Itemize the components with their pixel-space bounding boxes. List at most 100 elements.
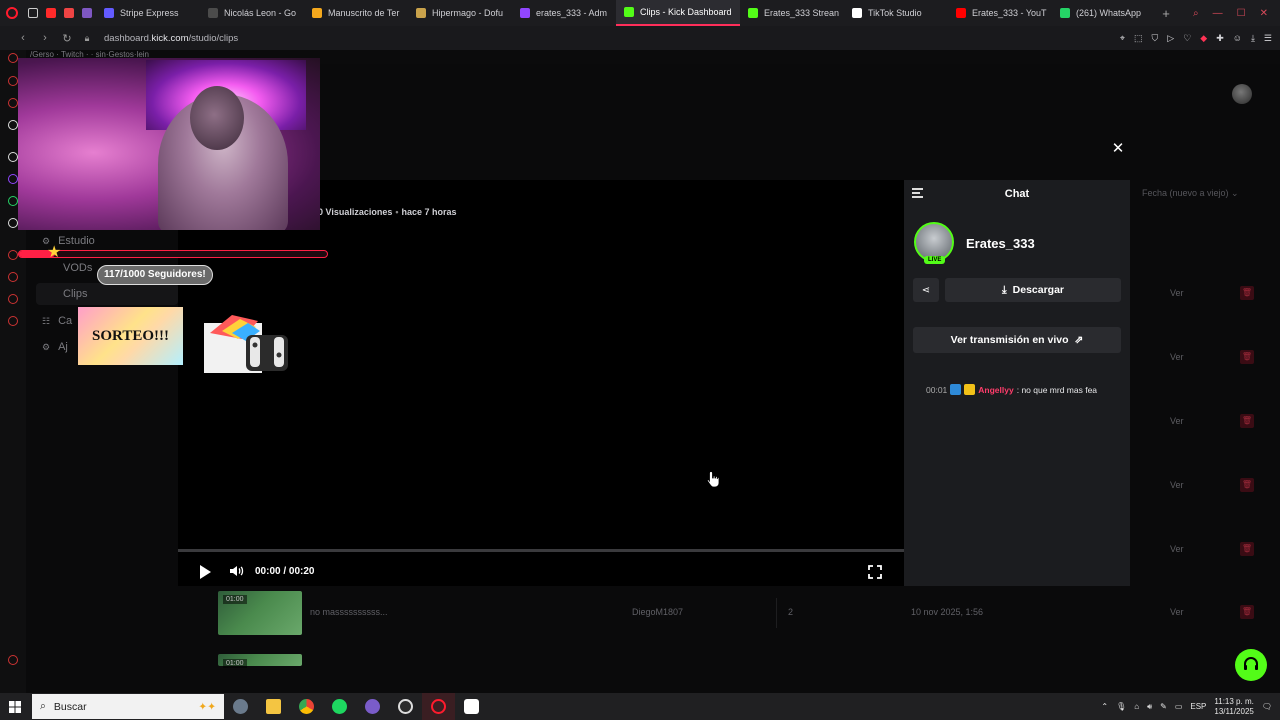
view-button[interactable]: Ver (1170, 288, 1184, 298)
support-chat-button[interactable] (1235, 649, 1267, 681)
sidebar-app-icon[interactable] (8, 152, 18, 162)
browser-tab[interactable]: TikTok Studio (844, 0, 948, 26)
sidebar-app-icon[interactable] (8, 76, 18, 86)
view-button[interactable]: Ver (1170, 544, 1184, 554)
follower-goal-label: 117/1000 Seguidores! (97, 265, 213, 285)
menu-icon[interactable]: ☰ (1264, 33, 1272, 44)
browser-tab[interactable]: Hipermago - Dofu (408, 0, 512, 26)
browser-tab[interactable]: Erates_333 - YouT (948, 0, 1052, 26)
heart-icon[interactable]: ♡ (1183, 33, 1191, 44)
view-button[interactable]: Ver (1170, 480, 1184, 490)
taskbar-app[interactable] (224, 693, 257, 720)
pinned-tab[interactable] (24, 0, 42, 26)
system-tray: ⌃ 🎙︎ ⌂ 🔊︎ ✎ ▭ ESP 11:13 p. m. 13/11/2025… (1101, 693, 1280, 720)
extension-icon[interactable]: ◆ (1200, 33, 1207, 44)
snapshot-icon[interactable]: ⬚ (1134, 33, 1143, 44)
delete-icon[interactable]: 🗑︎ (1240, 478, 1254, 492)
forward-icon[interactable]: › (36, 32, 54, 44)
sidebar-app-icon[interactable] (8, 120, 18, 130)
delete-icon[interactable]: 🗑︎ (1240, 605, 1254, 619)
browser-tab[interactable]: erates_333 - Adm (512, 0, 616, 26)
account-icon[interactable]: ☺ (1233, 33, 1242, 43)
view-button[interactable]: Ver (1170, 416, 1184, 426)
view-button[interactable]: Ver (1170, 607, 1184, 617)
browser-tab[interactable]: Stripe Express (96, 0, 200, 26)
view-button[interactable]: Ver (1170, 352, 1184, 362)
url-field[interactable]: dashboard.kick.com/studio/clips (104, 33, 238, 44)
delete-icon[interactable]: 🗑︎ (1240, 414, 1254, 428)
download-icon[interactable]: ⤓ (1251, 33, 1255, 44)
player-icon[interactable]: ▷ (1167, 33, 1174, 44)
taskbar-file-explorer[interactable] (257, 693, 290, 720)
chevron-up-icon[interactable]: ⌃ (1101, 702, 1108, 711)
network-icon[interactable]: ⌂ (1134, 702, 1139, 711)
clip-video-player[interactable] (178, 180, 904, 586)
close-modal-icon[interactable]: ✕ (1109, 140, 1127, 158)
taskbar-app[interactable] (356, 693, 389, 720)
notifications-icon[interactable]: 🗨︎ (1262, 702, 1272, 711)
volume-icon[interactable] (228, 563, 244, 579)
battery-icon[interactable]: ▭ (1175, 702, 1183, 711)
language-indicator[interactable]: ESP (1190, 702, 1206, 711)
new-tab-button[interactable]: + (1156, 6, 1176, 21)
browser-tab[interactable]: Manuscrito de Ter (304, 0, 408, 26)
windows-logo-icon (9, 700, 21, 713)
video-progress-bar[interactable] (178, 549, 904, 552)
user-avatar[interactable] (1232, 84, 1252, 104)
sidebar-app-icon[interactable] (8, 174, 18, 184)
speaker-icon[interactable]: 🔊︎ (1147, 702, 1152, 712)
taskbar-spotify[interactable] (323, 693, 356, 720)
minimize-icon[interactable]: — (1213, 8, 1223, 19)
message-user[interactable]: Angellyy (978, 385, 1013, 395)
taskbar-capcut[interactable] (455, 693, 488, 720)
taskbar-obs[interactable] (389, 693, 422, 720)
shield-icon[interactable]: ⛉ (1152, 33, 1159, 44)
sidebar-app-icon[interactable] (8, 294, 18, 304)
browser-tab[interactable]: Erates_333 Strean (740, 0, 844, 26)
sidebar-app-icon[interactable] (8, 98, 18, 108)
delete-icon[interactable]: 🗑︎ (1240, 350, 1254, 364)
play-icon[interactable] (200, 565, 211, 579)
delete-icon[interactable]: 🗑︎ (1240, 542, 1254, 556)
browser-tab[interactable]: Nicolás Leon - Go (200, 0, 304, 26)
channel-name[interactable]: Erates_333 (966, 236, 1035, 251)
sidebar-app-icon[interactable] (8, 53, 18, 63)
maximize-icon[interactable]: ☐ (1237, 8, 1246, 19)
sidebar-app-icon[interactable] (8, 272, 18, 282)
download-button[interactable]: ⤓ Descargar (945, 278, 1121, 302)
pinned-tab[interactable] (60, 0, 78, 26)
taskbar-chrome[interactable] (290, 693, 323, 720)
reload-icon[interactable]: ↻ (58, 32, 76, 45)
taskbar-search[interactable]: ⌕ Buscar ✦✦ (32, 694, 224, 719)
sidebar-app-icon[interactable] (8, 196, 18, 206)
watch-live-button[interactable]: Ver transmisión en vivo ⇗ (913, 327, 1121, 353)
back-icon[interactable]: ‹ (14, 32, 32, 44)
sidenav-item-aj[interactable]: ⚙ Aj (42, 341, 68, 353)
browser-tab[interactable]: (261) WhatsApp (1052, 0, 1156, 26)
start-button[interactable] (0, 693, 30, 720)
tab-favicon-icon (208, 8, 218, 18)
sidebar-app-icon[interactable] (8, 218, 18, 228)
taskbar-opera[interactable] (422, 693, 455, 720)
pin-icon[interactable]: ⌖ (1120, 33, 1125, 44)
opera-menu-icon[interactable] (0, 0, 24, 26)
sidenav-item-clips[interactable]: Clips (63, 288, 87, 300)
share-button[interactable]: ⋖ (913, 278, 939, 302)
sidenav-item-ca[interactable]: ☷ Ca (42, 315, 72, 327)
sidebar-app-icon[interactable] (8, 655, 18, 665)
fullscreen-icon[interactable] (868, 565, 882, 579)
sidenav-item-vods[interactable]: VODs (63, 262, 92, 274)
delete-icon[interactable]: 🗑︎ (1240, 286, 1254, 300)
browser-tab[interactable]: Clips - Kick Dashboard (616, 0, 740, 26)
microphone-icon[interactable]: 🎙︎ (1116, 702, 1126, 711)
puzzle-icon[interactable]: ✚ (1216, 33, 1224, 44)
sort-dropdown[interactable]: Fecha (nuevo a viejo) ⌄ (1142, 188, 1239, 199)
search-tabs-icon[interactable]: ⌕ (1193, 8, 1199, 19)
sidebar-app-icon[interactable] (8, 316, 18, 326)
sidebar-app-icon[interactable] (8, 250, 18, 260)
pinned-tab[interactable] (78, 0, 96, 26)
pen-icon[interactable]: ✎ (1160, 702, 1167, 711)
close-window-icon[interactable]: ✕ (1260, 8, 1268, 19)
clock[interactable]: 11:13 p. m. 13/11/2025 (1214, 697, 1253, 717)
pinned-tab[interactable] (42, 0, 60, 26)
